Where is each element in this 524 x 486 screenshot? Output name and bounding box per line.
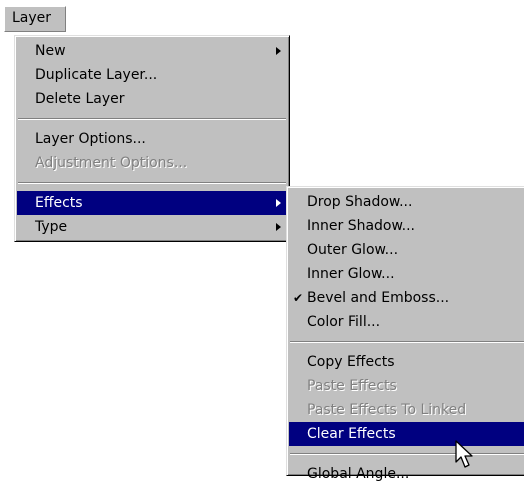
menu-item-inner-glow[interactable]: Inner Glow...	[289, 262, 524, 286]
menu-item-color-fill[interactable]: Color Fill...	[289, 310, 524, 334]
menu-item-layer-options-label: Layer Options...	[35, 131, 146, 147]
menu-item-clear-effects-label: Clear Effects	[307, 426, 396, 442]
menu-item-adjustment-options: Adjustment Options...	[17, 151, 287, 175]
menu-item-inner-shadow-label: Inner Shadow...	[307, 218, 416, 234]
menu-separator	[18, 118, 286, 120]
menu-item-paste-effects-to-linked-label: Paste Effects To Linked	[307, 402, 467, 418]
layer-menu: New Duplicate Layer... Delete Layer Laye…	[14, 35, 290, 242]
check-icon: ✔	[293, 291, 304, 305]
menu-item-outer-glow-label: Outer Glow...	[307, 242, 399, 258]
menu-item-clear-effects[interactable]: Clear Effects	[289, 422, 524, 446]
menu-item-outer-glow[interactable]: Outer Glow...	[289, 238, 524, 262]
menu-item-delete-layer-label: Delete Layer	[35, 91, 125, 107]
menu-item-effects-label: Effects	[35, 195, 83, 211]
menu-item-color-fill-label: Color Fill...	[307, 314, 381, 330]
menu-item-global-angle[interactable]: Global Angle...	[289, 462, 524, 486]
menu-item-bevel-and-emboss-label: Bevel and Emboss...	[307, 290, 450, 306]
menu-item-paste-effects: Paste Effects	[289, 374, 524, 398]
menu-item-inner-glow-label: Inner Glow...	[307, 266, 395, 282]
menu-item-drop-shadow-label: Drop Shadow...	[307, 194, 413, 210]
submenu-arrow-icon	[276, 223, 281, 231]
menu-item-copy-effects[interactable]: Copy Effects	[289, 350, 524, 374]
menu-item-new-label: New	[35, 43, 66, 59]
menu-item-delete-layer[interactable]: Delete Layer	[17, 87, 287, 111]
arrow-cursor-icon	[455, 440, 473, 468]
effects-submenu: Drop Shadow... Inner Shadow... Outer Glo…	[286, 186, 524, 482]
menu-item-paste-effects-label: Paste Effects	[307, 378, 397, 394]
menubar-layer-label: Layer	[12, 10, 52, 26]
menu-item-duplicate-layer-label: Duplicate Layer...	[35, 67, 158, 83]
menu-item-duplicate-layer[interactable]: Duplicate Layer...	[17, 63, 287, 87]
menu-item-inner-shadow[interactable]: Inner Shadow...	[289, 214, 524, 238]
menu-separator	[290, 453, 524, 455]
menu-item-drop-shadow[interactable]: Drop Shadow...	[289, 190, 524, 214]
menu-item-global-angle-label: Global Angle...	[307, 466, 410, 482]
menu-item-paste-effects-to-linked: Paste Effects To Linked	[289, 398, 524, 422]
menu-item-bevel-and-emboss[interactable]: ✔ Bevel and Emboss...	[289, 286, 524, 310]
menu-item-adjustment-options-label: Adjustment Options...	[35, 155, 188, 171]
menu-separator	[18, 182, 286, 184]
menu-item-effects[interactable]: Effects	[17, 191, 287, 215]
submenu-arrow-icon	[276, 47, 281, 55]
menu-separator	[290, 341, 524, 343]
submenu-arrow-icon	[276, 199, 281, 207]
menu-item-layer-options[interactable]: Layer Options...	[17, 127, 287, 151]
menubar-layer[interactable]: Layer	[4, 6, 66, 32]
menu-item-type-label: Type	[35, 219, 68, 235]
menu-item-new[interactable]: New	[17, 39, 287, 63]
menu-item-copy-effects-label: Copy Effects	[307, 354, 395, 370]
menu-item-type[interactable]: Type	[17, 215, 287, 239]
